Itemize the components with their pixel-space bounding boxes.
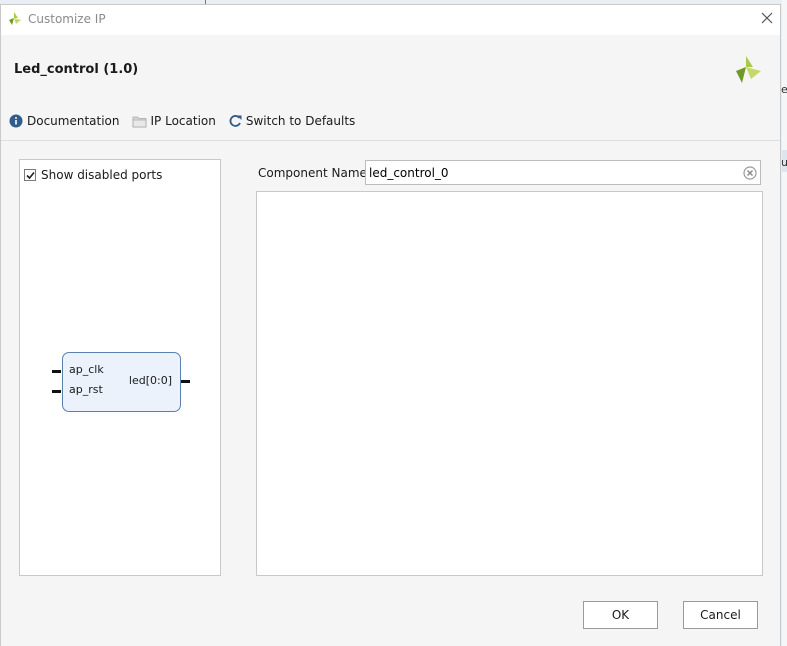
switch-to-defaults-button[interactable]: Switch to Defaults — [228, 114, 355, 128]
xilinx-logo-icon — [736, 56, 761, 83]
close-icon[interactable] — [759, 10, 775, 26]
component-name-label: Component Name — [258, 166, 367, 180]
refresh-icon — [229, 115, 242, 127]
port-label-ap-clk: ap_clk — [69, 363, 104, 376]
port-label-ap-rst: ap_rst — [69, 383, 103, 396]
ip-location-button[interactable]: IP Location — [132, 114, 216, 128]
window-title: Customize IP — [28, 12, 106, 26]
parameters-panel — [256, 191, 763, 576]
info-icon — [9, 114, 23, 128]
switch-to-defaults-label: Switch to Defaults — [245, 114, 356, 128]
checkmark-icon — [26, 171, 35, 180]
port-pin-ap-rst — [52, 390, 61, 393]
show-disabled-ports-checkbox[interactable]: Show disabled ports — [24, 168, 162, 182]
background-text-fragment: u — [781, 156, 787, 169]
checkbox-box[interactable] — [24, 169, 36, 181]
port-label-led: led[0:0] — [128, 374, 172, 387]
folder-icon — [132, 116, 146, 127]
ip-name-title: Led_control (1.0) — [14, 62, 139, 77]
ip-block-symbol: ap_clk ap_rst led[0:0] — [62, 352, 181, 412]
port-pin-led — [181, 380, 190, 383]
background-app-strip — [782, 0, 787, 646]
clear-input-icon[interactable] — [743, 166, 757, 180]
dialog-header: Led_control (1.0) Documentation IP Locat… — [1, 35, 780, 141]
show-disabled-ports-label: Show disabled ports — [41, 168, 163, 182]
background-text-fragment: er — [781, 83, 787, 96]
ok-button[interactable]: OK — [583, 601, 658, 629]
cancel-button[interactable]: Cancel — [683, 601, 758, 629]
documentation-label: Documentation — [27, 114, 120, 128]
xilinx-logo-icon — [9, 12, 21, 25]
title-bar: Customize IP — [1, 5, 780, 35]
toolbar: Documentation IP Location Switch to Defa… — [9, 112, 367, 130]
component-name-input[interactable] — [365, 160, 761, 185]
ip-location-label: IP Location — [150, 114, 216, 128]
port-pin-ap-clk — [52, 370, 61, 373]
customize-ip-dialog: Customize IP Led_control (1.0) Documenta… — [0, 4, 781, 646]
ip-symbol-panel: Show disabled ports ap_clk ap_rst led[0:… — [19, 159, 221, 576]
documentation-button[interactable]: Documentation — [9, 114, 120, 128]
